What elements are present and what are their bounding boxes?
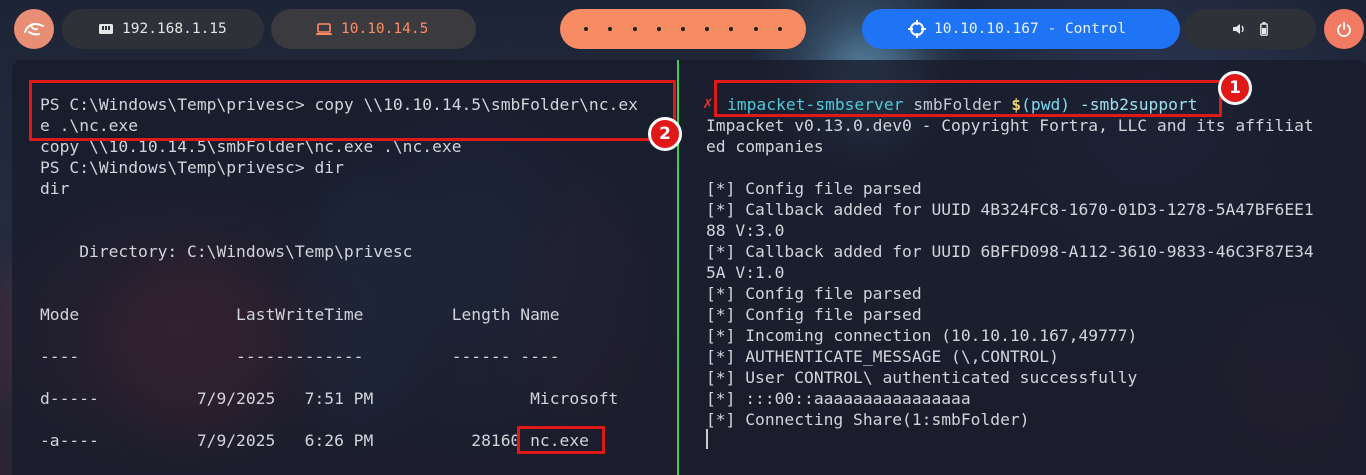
workspace-dot[interactable] bbox=[584, 27, 589, 31]
workspace-dot[interactable] bbox=[753, 27, 758, 31]
table-header: Mode LastWriteTime Length Name bbox=[40, 305, 560, 324]
workspace-dot[interactable] bbox=[777, 27, 782, 31]
workspace-dot[interactable] bbox=[632, 27, 637, 31]
volume-icon[interactable] bbox=[1232, 23, 1246, 35]
kali-dragon-icon bbox=[24, 23, 44, 36]
terminal-line: [*] AUTHENTICATE_MESSAGE (\,CONTROL) bbox=[706, 347, 1059, 366]
step-badge-2: 2 bbox=[648, 117, 682, 151]
terminal-line: [*] Connecting Share(1:smbFolder) bbox=[706, 410, 1030, 429]
terminal-line: [*] Callback added for UUID 4B324FC8-167… bbox=[706, 200, 1314, 219]
network-card-icon bbox=[99, 24, 113, 34]
target-label: 10.10.10.167 - Control bbox=[934, 21, 1127, 37]
terminal-line: [*] Config file parsed bbox=[706, 284, 922, 303]
crosshair-icon bbox=[908, 20, 926, 38]
workspace-dot[interactable] bbox=[729, 27, 734, 31]
terminal-line: PS C:\Windows\Temp\privesc> dir bbox=[40, 158, 344, 177]
highlight-smbserver-command bbox=[714, 80, 1222, 117]
prompt-status-icon: ✗ bbox=[703, 93, 713, 112]
terminal-line: Impacket v0.13.0.dev0 - Copyright Fortra… bbox=[706, 116, 1314, 135]
terminal-line: ed companies bbox=[706, 137, 824, 156]
terminal-line: [*] Config file parsed bbox=[706, 179, 922, 198]
step-badge-1: 1 bbox=[1218, 71, 1252, 105]
terminal-line: dir bbox=[40, 179, 70, 198]
workspace-dot[interactable] bbox=[705, 27, 710, 31]
table-separator: ---- ------------- ------ ---- bbox=[40, 347, 560, 366]
target-widget[interactable]: 10.10.10.167 - Control bbox=[862, 9, 1180, 49]
terminal-line: [*] User CONTROL\ authenticated successf… bbox=[706, 368, 1138, 387]
terminal-cursor bbox=[706, 429, 708, 449]
terminal-line: [*] Callback added for UUID 6BFFD098-A11… bbox=[706, 242, 1314, 261]
power-icon bbox=[1337, 21, 1351, 37]
terminal-line: [*] Config file parsed bbox=[706, 305, 922, 324]
workspace-dot[interactable] bbox=[656, 27, 661, 31]
table-row: -a---- 7/9/2025 6:26 PM 28160 nc.exe bbox=[40, 431, 589, 450]
system-tray[interactable] bbox=[1184, 9, 1316, 49]
workspace-dot[interactable] bbox=[680, 27, 685, 31]
laptop-icon bbox=[316, 23, 332, 35]
vpn-ip-widget[interactable]: 10.10.14.5 bbox=[271, 9, 476, 49]
directory-header: Directory: C:\Windows\Temp\privesc bbox=[40, 242, 413, 261]
terminal-line: [*] :::00::aaaaaaaaaaaaaaaa bbox=[706, 389, 971, 408]
terminal-line: [*] Incoming connection (10.10.10.167,49… bbox=[706, 326, 1138, 345]
table-row: d----- 7/9/2025 7:51 PM Microsoft bbox=[40, 389, 619, 408]
terminal-line: 5A V:1.0 bbox=[706, 263, 785, 282]
power-button[interactable] bbox=[1324, 9, 1364, 49]
menu-button[interactable] bbox=[14, 9, 54, 49]
battery-icon[interactable] bbox=[1260, 22, 1268, 36]
highlight-nc-exe bbox=[517, 426, 605, 454]
workspace-dot[interactable] bbox=[608, 27, 613, 31]
workspace-switcher[interactable] bbox=[560, 9, 806, 49]
local-ip-widget[interactable]: 192.168.1.15 bbox=[62, 9, 264, 49]
terminal-line: 88 V:3.0 bbox=[706, 221, 785, 240]
vpn-ip-label: 10.10.14.5 bbox=[341, 21, 429, 37]
highlight-copy-command bbox=[29, 80, 676, 141]
local-ip-label: 192.168.1.15 bbox=[122, 21, 227, 37]
